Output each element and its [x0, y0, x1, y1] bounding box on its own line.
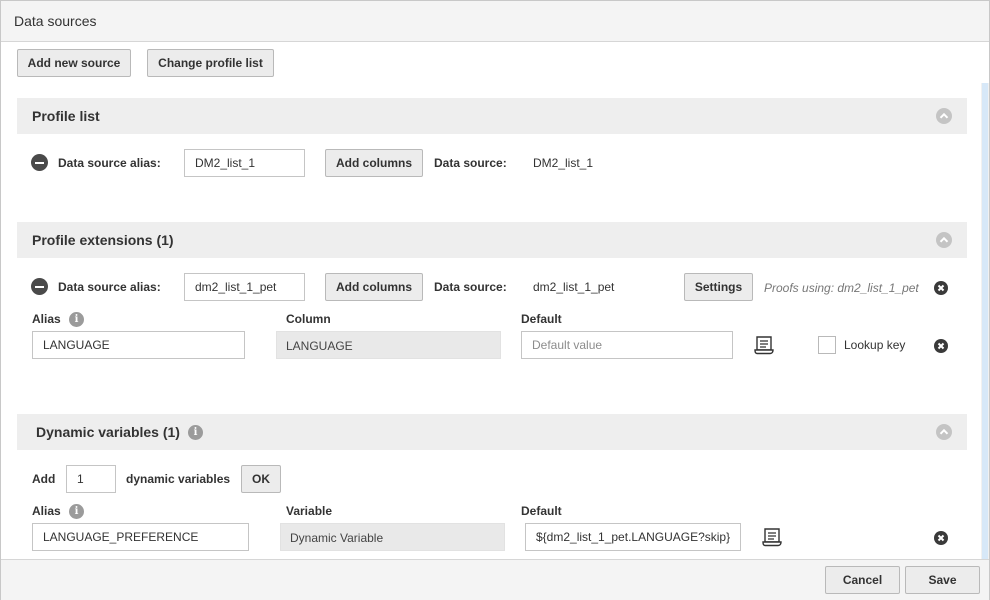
add-new-source-button[interactable]: Add new source — [17, 49, 131, 77]
dyn-alias-input[interactable] — [32, 523, 249, 551]
ext-alias-input[interactable] — [32, 331, 245, 359]
dynamic-variables-label: dynamic variables — [126, 472, 231, 486]
scrollbar-thumb[interactable] — [982, 83, 988, 559]
profile-data-source-label: Data source: — [434, 156, 507, 170]
change-profile-list-button[interactable]: Change profile list — [147, 49, 274, 77]
delete-variable-icon[interactable] — [934, 531, 948, 545]
ext-default-input[interactable] — [521, 331, 733, 359]
dialog-titlebar: Data sources — [1, 1, 989, 42]
profile-data-source-value: DM2_list_1 — [533, 156, 594, 170]
profile-add-columns-button[interactable]: Add columns — [325, 149, 423, 177]
dyn-variable-header: Variable — [286, 504, 333, 518]
dynamic-count-input[interactable] — [66, 465, 116, 493]
profile-alias-input[interactable] — [184, 149, 305, 177]
dyn-default-header: Default — [521, 504, 562, 518]
scroll-icon[interactable] — [752, 335, 778, 355]
dynamic-variables-title: Dynamic variables (1) — [36, 424, 180, 440]
delete-column-icon[interactable] — [934, 339, 948, 353]
chevron-up-icon[interactable] — [936, 424, 952, 440]
info-icon[interactable]: i — [69, 504, 84, 519]
profile-alias-label: Data source alias: — [58, 156, 161, 170]
dialog-title: Data sources — [14, 13, 97, 29]
extension-data-source-value: dm2_list_1_pet — [533, 280, 615, 294]
ext-default-header: Default — [521, 312, 562, 326]
profile-extensions-header[interactable]: Profile extensions (1) — [17, 222, 967, 258]
profile-list-header[interactable]: Profile list — [17, 98, 967, 134]
lookup-key-label: Lookup key — [844, 338, 906, 352]
extension-data-source-label: Data source: — [434, 280, 507, 294]
info-icon[interactable]: i — [69, 312, 84, 327]
vertical-scrollbar[interactable] — [981, 83, 989, 559]
save-button[interactable]: Save — [905, 566, 980, 594]
data-sources-dialog: Data sources Add new source Change profi… — [0, 0, 990, 600]
info-icon[interactable]: i — [188, 425, 203, 440]
remove-extension-icon[interactable] — [31, 278, 48, 295]
settings-button[interactable]: Settings — [684, 273, 753, 301]
dynamic-variables-header[interactable]: Dynamic variables (1) i — [17, 414, 967, 450]
dyn-alias-header: Alias — [32, 504, 61, 518]
add-label: Add — [32, 472, 56, 486]
lookup-key-checkbox[interactable] — [818, 336, 836, 354]
ext-column-header: Column — [286, 312, 331, 326]
profile-list-title: Profile list — [32, 108, 100, 124]
ext-alias-header: Alias — [32, 312, 61, 326]
ok-button[interactable]: OK — [241, 465, 281, 493]
ext-column-value: LANGUAGE — [276, 331, 501, 359]
dyn-variable-value: Dynamic Variable — [280, 523, 505, 551]
chevron-up-icon[interactable] — [936, 232, 952, 248]
delete-extension-icon[interactable] — [934, 281, 948, 295]
dyn-default-input[interactable] — [525, 523, 741, 551]
proofs-using-text: Proofs using: dm2_list_1_pet — [764, 281, 919, 295]
cancel-button[interactable]: Cancel — [825, 566, 900, 594]
scroll-icon[interactable] — [760, 527, 786, 547]
dialog-footer: Cancel Save — [1, 559, 989, 600]
extension-alias-label: Data source alias: — [58, 280, 161, 294]
remove-source-icon[interactable] — [31, 154, 48, 171]
chevron-up-icon[interactable] — [936, 108, 952, 124]
profile-extensions-title: Profile extensions (1) — [32, 232, 174, 248]
extension-alias-input[interactable] — [184, 273, 305, 301]
extension-add-columns-button[interactable]: Add columns — [325, 273, 423, 301]
